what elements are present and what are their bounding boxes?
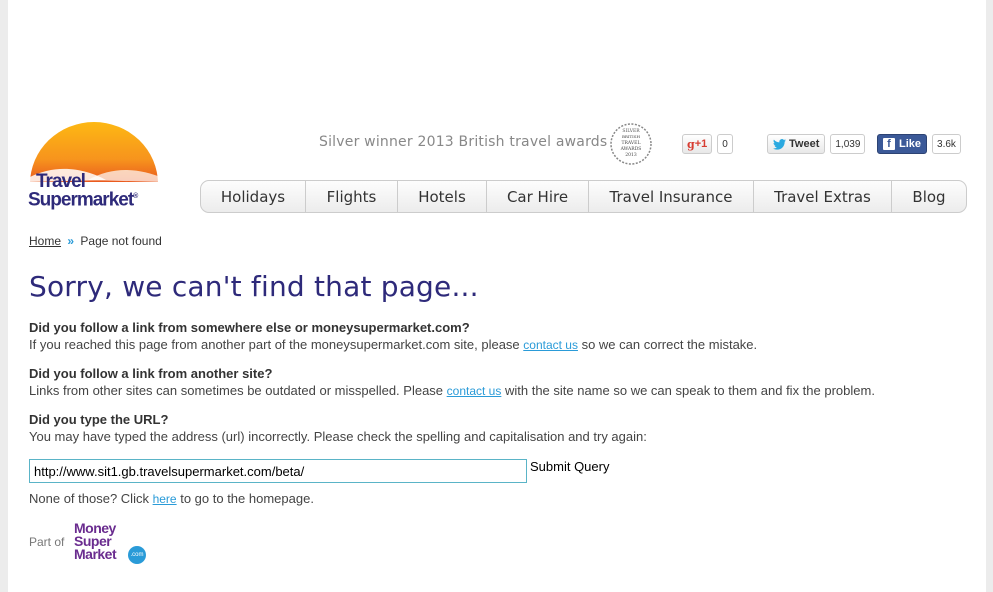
nav-flights[interactable]: Flights: [306, 181, 398, 212]
twitter-bird-icon: [773, 138, 786, 150]
answer-3: You may have typed the address (url) inc…: [29, 429, 647, 444]
facebook-like-widget: f Like 3.6k: [877, 134, 961, 154]
page: Travel Supermarket® Silver winner 2013 B…: [8, 0, 986, 592]
logo-text: Travel Supermarket®: [28, 171, 139, 211]
tweet-count: 1,039: [830, 134, 866, 154]
svg-text:BRITISH: BRITISH: [622, 134, 641, 139]
facebook-icon: f: [883, 138, 895, 150]
breadcrumb-home-link[interactable]: Home: [29, 234, 61, 248]
silver-award-badge-icon: SILVER BRITISH TRAVEL AWARDS 2013: [610, 123, 652, 165]
svg-text:TRAVEL: TRAVEL: [622, 140, 641, 146]
breadcrumb-current: Page not found: [80, 234, 162, 248]
breadcrumb-separator: »: [67, 234, 75, 248]
breadcrumb: Home » Page not found: [29, 234, 162, 248]
travelsupermarket-logo[interactable]: Travel Supermarket®: [28, 122, 163, 212]
question-1: Did you follow a link from somewhere els…: [29, 320, 470, 335]
gplus-button[interactable]: g +1: [682, 134, 713, 154]
submit-query-button[interactable]: Submit Query: [530, 459, 609, 474]
nav-hotels[interactable]: Hotels: [398, 181, 487, 212]
nav-travel-insurance[interactable]: Travel Insurance: [589, 181, 754, 212]
svg-text:2013: 2013: [625, 152, 637, 158]
answer-1: If you reached this page from another pa…: [29, 337, 758, 352]
tweet-widget: Tweet 1,039: [767, 134, 866, 154]
award-text: Silver winner 2013 British travel awards: [319, 134, 608, 150]
nav-holidays[interactable]: Holidays: [201, 181, 306, 212]
contact-us-link-2[interactable]: contact us: [447, 384, 502, 398]
nav-blog[interactable]: Blog: [892, 181, 966, 212]
url-input[interactable]: [29, 459, 527, 483]
facebook-like-button[interactable]: f Like: [877, 134, 928, 154]
none-of-those-text: None of those? Click here to go to the h…: [29, 491, 314, 506]
nav-travel-extras[interactable]: Travel Extras: [754, 181, 892, 212]
contact-us-link-1[interactable]: contact us: [523, 338, 578, 352]
gplus-widget: g +1 0: [682, 134, 733, 154]
part-of-label: Part of: [29, 535, 65, 549]
nav-car-hire[interactable]: Car Hire: [487, 181, 589, 212]
moneysupermarket-logo[interactable]: Money Super Market .com: [74, 521, 154, 566]
gplus-icon: g: [687, 137, 695, 151]
answer-2: Links from other sites can sometimes be …: [29, 383, 875, 398]
svg-text:AWARDS: AWARDS: [620, 146, 642, 152]
page-title: Sorry, we can't find that page...: [29, 270, 479, 303]
dotcom-badge: .com: [128, 546, 146, 564]
like-count: 3.6k: [932, 134, 961, 154]
gplus-count: 0: [717, 134, 733, 154]
tweet-button[interactable]: Tweet: [767, 134, 826, 154]
question-2: Did you follow a link from another site?: [29, 366, 273, 381]
homepage-link[interactable]: here: [153, 492, 177, 506]
main-nav: Holidays Flights Hotels Car Hire Travel …: [200, 180, 967, 213]
question-3: Did you type the URL?: [29, 412, 169, 427]
